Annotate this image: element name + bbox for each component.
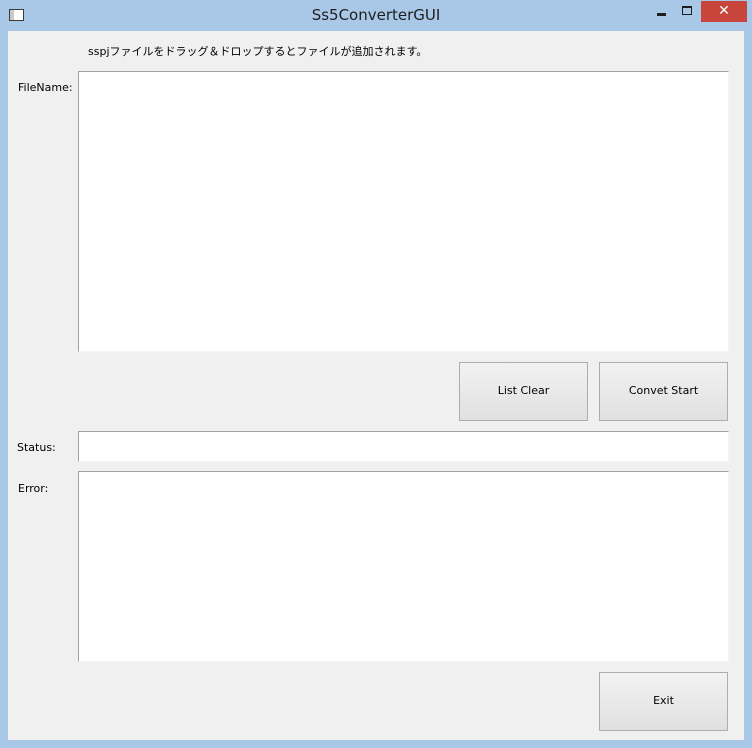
file-list[interactable] xyxy=(78,71,729,352)
title-bar[interactable]: Ss5ConverterGUI ✕ xyxy=(0,0,752,32)
client-area: sspjファイルをドラッグ＆ドロップするとファイルが追加されます。 FileNa… xyxy=(8,31,744,740)
close-icon: ✕ xyxy=(718,3,730,19)
drag-drop-hint: sspjファイルをドラッグ＆ドロップするとファイルが追加されます。 xyxy=(88,45,428,58)
status-field[interactable] xyxy=(78,431,729,462)
minimize-icon xyxy=(657,13,666,16)
error-label: Error: xyxy=(18,482,49,495)
error-field[interactable] xyxy=(78,471,729,662)
list-clear-button[interactable]: List Clear xyxy=(459,362,588,421)
window-title: Ss5ConverterGUI xyxy=(311,6,441,24)
filename-label: FileName: xyxy=(18,81,73,94)
close-button[interactable]: ✕ xyxy=(701,1,747,22)
maximize-icon xyxy=(682,6,692,15)
status-label: Status: xyxy=(17,441,56,454)
convert-start-button[interactable]: Convet Start xyxy=(599,362,728,421)
maximize-button[interactable] xyxy=(674,1,700,22)
exit-button[interactable]: Exit xyxy=(599,672,728,731)
app-window: Ss5ConverterGUI ✕ sspjファイルをドラッグ＆ドロップするとフ… xyxy=(0,0,752,748)
minimize-button[interactable] xyxy=(648,1,674,22)
